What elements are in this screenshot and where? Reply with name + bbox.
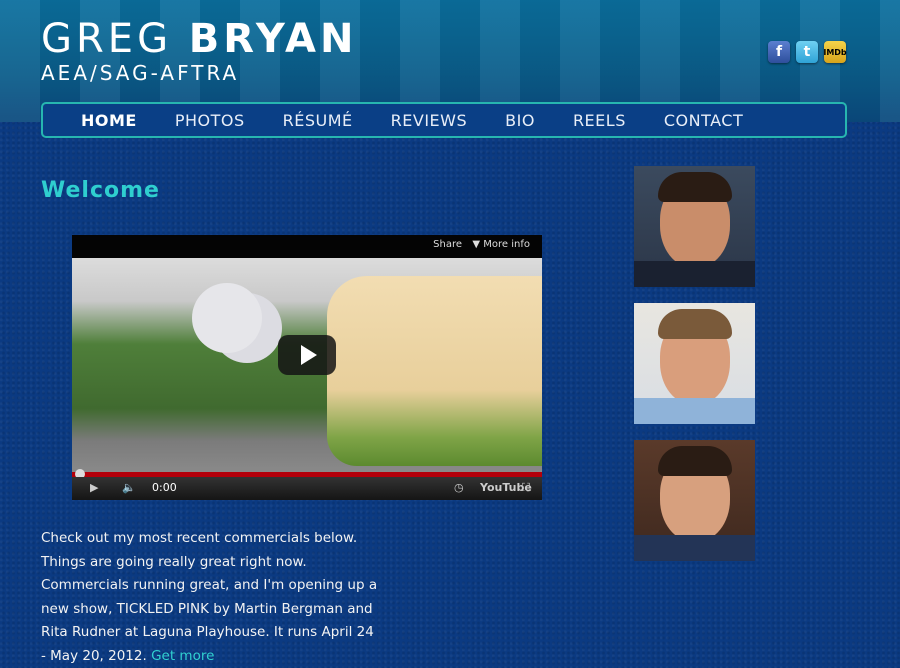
headshot-photo-2[interactable] [634, 303, 755, 424]
headshot-hair [658, 446, 732, 476]
video-scene-character [192, 283, 262, 353]
intro-paragraph: Check out my most recent commercials bel… [41, 527, 381, 668]
play-button[interactable] [278, 335, 336, 375]
site-subtitle: AEA/SAG-AFTRA [41, 61, 240, 85]
site-brand[interactable]: GREG BRYAN AEA/SAG-AFTRA [41, 16, 357, 84]
main-nav: HOME PHOTOS RÉSUMÉ REVIEWS BIO REELS CON… [41, 102, 847, 138]
video-share-button[interactable]: Share [433, 239, 462, 250]
facebook-icon[interactable]: f [768, 41, 790, 63]
more-info-label: More info [483, 239, 530, 250]
video-player[interactable]: Share ▼ More info ▶ 🔈 0:00 ◷ YouTube ⛶ [72, 235, 542, 500]
video-top-bar: Share ▼ More info [72, 235, 542, 258]
video-scene-truck [327, 276, 542, 466]
headshot-photo-1[interactable] [634, 166, 755, 287]
nav-item-reels[interactable]: REELS [573, 111, 626, 130]
headshot-shoulders [634, 398, 755, 424]
headshot-shoulders [634, 535, 755, 561]
last-name: BRYAN [188, 16, 358, 62]
play-icon[interactable]: ▶ [90, 481, 98, 494]
nav-item-reviews[interactable]: REVIEWS [391, 111, 467, 130]
video-more-info-button[interactable]: ▼ More info [472, 239, 530, 250]
fullscreen-icon[interactable]: ⛶ [522, 481, 530, 495]
twitter-icon[interactable]: t [796, 41, 818, 63]
video-time: 0:00 [152, 481, 177, 494]
headshot-hair [658, 172, 732, 202]
nav-item-photos[interactable]: PHOTOS [175, 111, 245, 130]
imdb-icon[interactable]: IMDb [823, 41, 847, 63]
site-title: GREG BRYAN [41, 16, 357, 62]
social-links: f t IMDb [768, 41, 847, 63]
first-name: GREG [41, 16, 173, 62]
nav-item-bio[interactable]: BIO [505, 111, 535, 130]
nav-item-resume[interactable]: RÉSUMÉ [283, 111, 353, 130]
headshot-hair [658, 309, 732, 339]
watch-later-icon[interactable]: ◷ [454, 481, 464, 494]
headshot-photo-3[interactable] [634, 440, 755, 561]
volume-icon[interactable]: 🔈 [122, 481, 136, 494]
video-controls: ▶ 🔈 0:00 ◷ YouTube ⛶ [72, 477, 542, 500]
page-heading: Welcome [41, 178, 160, 203]
headshot-shoulders [634, 261, 755, 287]
nav-item-contact[interactable]: CONTACT [664, 111, 743, 130]
nav-item-home[interactable]: HOME [81, 111, 137, 130]
intro-text: Check out my most recent commercials bel… [41, 530, 378, 664]
